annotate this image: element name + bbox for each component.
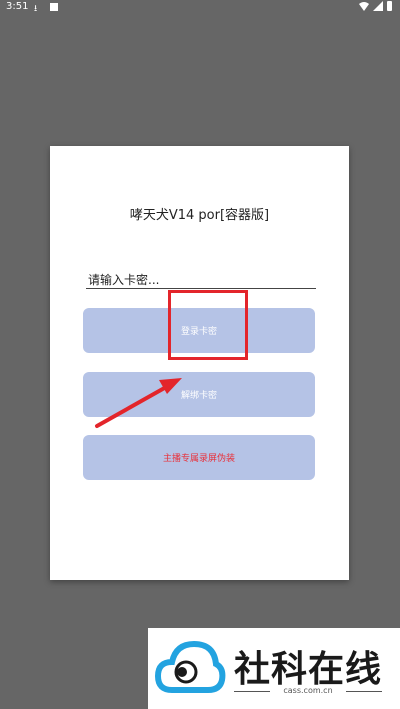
watermark: 社科在线 cass.com.cn (148, 628, 400, 709)
status-time: 3:51 (6, 1, 29, 12)
cloud-eye-logo-icon (154, 640, 226, 693)
card-key-input[interactable] (86, 272, 316, 289)
wifi-icon (359, 2, 369, 11)
signal-icon (373, 1, 383, 11)
dialog-title: 哮天犬V14 por[容器版] (129, 208, 270, 223)
login-dialog: 哮天犬V14 por[容器版] 登录卡密 解绑卡密 主播专属录屏伪装 (50, 146, 349, 580)
watermark-name: 社科在线 (234, 649, 383, 690)
annotation-highlight-box (168, 290, 248, 360)
unbind-button[interactable]: 解绑卡密 (83, 372, 315, 417)
watermark-divider-right (346, 691, 382, 692)
image-notification-icon (50, 3, 58, 11)
status-bar: 3:51 ⭳ (0, 0, 400, 14)
status-icons (359, 1, 392, 11)
battery-icon (387, 1, 392, 11)
download-icon: ⭳ (34, 4, 38, 14)
disguise-button[interactable]: 主播专属录屏伪装 (83, 435, 315, 480)
